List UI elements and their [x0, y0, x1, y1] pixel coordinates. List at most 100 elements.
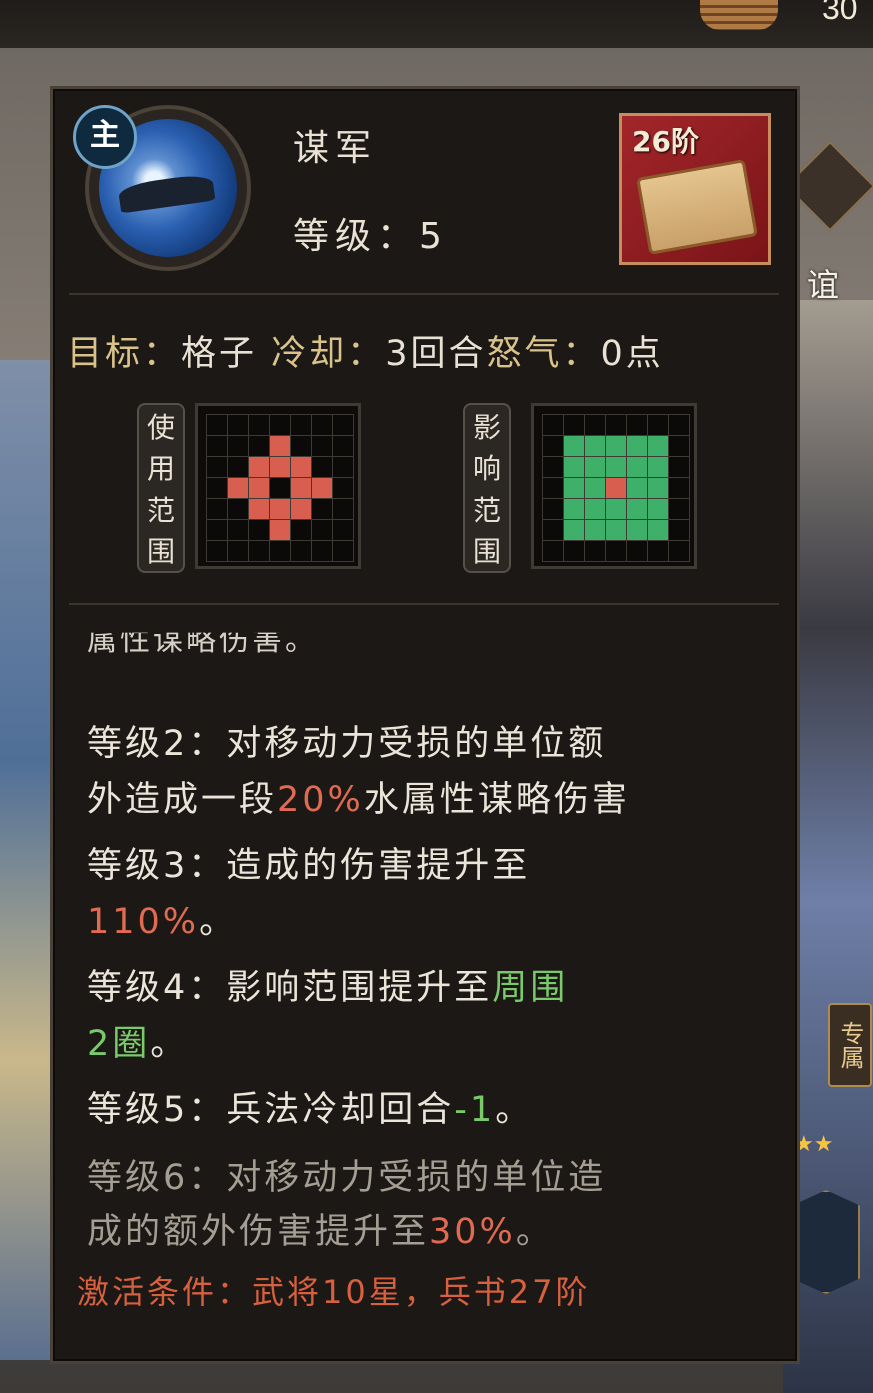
grid-cell — [648, 478, 668, 498]
tier-label: 26阶 — [632, 125, 699, 158]
grid-cell — [669, 499, 689, 519]
grid-cell — [543, 541, 563, 561]
grid-cell — [564, 499, 584, 519]
grid-cell — [207, 457, 227, 477]
skill-detail-panel: 主 谋军 等级：5 26阶 目标：格子 冷却：3回合怒气：0点 使 用 范 围 … — [50, 86, 800, 1364]
grid-cell — [228, 436, 248, 456]
desc-level4-line2: 2圈。 — [87, 1024, 189, 1064]
grid-cell — [333, 457, 353, 477]
highlight-value: 2圈 — [87, 1024, 151, 1064]
highlight-value: 周围 — [492, 968, 569, 1008]
grid-cell — [606, 436, 626, 456]
grid-cell — [543, 457, 563, 477]
grid-cell — [207, 541, 227, 561]
desc-level2-line1: 等级2：对移动力受损的单位额 — [87, 724, 607, 764]
grid-cell — [585, 541, 605, 561]
grid-cell — [648, 436, 668, 456]
grid-cell — [627, 457, 647, 477]
grid-cell — [564, 541, 584, 561]
grid-cell — [270, 415, 290, 435]
grid-cell — [543, 436, 563, 456]
grid-cell — [270, 541, 290, 561]
grid-cell — [585, 436, 605, 456]
grid-cell — [333, 541, 353, 561]
highlight-value: 110% — [87, 902, 200, 942]
grid-cell — [270, 478, 290, 498]
desc-level3-line2: 110%。 — [87, 902, 238, 942]
desc-level3-line1: 等级3：造成的伤害提升至 — [87, 846, 531, 886]
grid-cell — [207, 520, 227, 540]
grid-cell — [669, 415, 689, 435]
grid-cell — [543, 478, 563, 498]
grid-cell — [564, 478, 584, 498]
grid-cell — [270, 499, 290, 519]
grid-cell — [564, 457, 584, 477]
highlight-value: 20% — [277, 780, 364, 820]
grid-cell — [228, 457, 248, 477]
grid-cell — [627, 499, 647, 519]
rage-label: 怒气： — [486, 334, 601, 374]
grid-cell — [249, 436, 269, 456]
grid-cell — [312, 541, 332, 561]
grid-cell — [606, 457, 626, 477]
desc-level2-line2: 外造成一段20%水属性谋略伤害 — [87, 780, 630, 820]
grid-cell — [585, 520, 605, 540]
grid-cell — [312, 415, 332, 435]
grid-cell — [648, 457, 668, 477]
grid-cell — [669, 436, 689, 456]
grid-cell — [333, 436, 353, 456]
grid-cell — [606, 415, 626, 435]
skill-level: 等级：5 — [293, 216, 448, 257]
skill-name: 谋军 — [293, 128, 378, 169]
grid-cell — [669, 541, 689, 561]
constellation-button[interactable] — [792, 1190, 860, 1294]
grid-cell — [228, 415, 248, 435]
divider — [69, 603, 779, 605]
grid-cell — [249, 478, 269, 498]
grid-cell — [627, 478, 647, 498]
grid-cell — [669, 478, 689, 498]
exclusive-badge[interactable]: 专属 — [828, 1003, 872, 1087]
grid-cell — [270, 436, 290, 456]
grid-cell — [669, 457, 689, 477]
grid-cell — [585, 478, 605, 498]
grid-cell — [333, 478, 353, 498]
grid-cell — [228, 520, 248, 540]
grid-cell — [627, 436, 647, 456]
effect-range-grid — [531, 403, 697, 569]
grid-cell — [312, 499, 332, 519]
grid-cell — [333, 520, 353, 540]
rage-value: 0点 — [600, 334, 664, 374]
activation-condition: 激活条件：武将10星，兵书27阶 — [77, 1273, 591, 1311]
coin-stack-icon — [700, 0, 778, 30]
effect-range-label: 影 响 范 围 — [463, 403, 511, 573]
side-tab-label: 谊 — [806, 266, 839, 304]
grid-cell — [648, 499, 668, 519]
grid-cell — [270, 457, 290, 477]
grid-cell — [291, 457, 311, 477]
grid-cell — [207, 478, 227, 498]
grid-cell — [312, 457, 332, 477]
target-value: 格子 — [181, 334, 258, 374]
main-skill-badge: 主 — [73, 105, 137, 169]
side-tab-friendship[interactable]: 谊 — [784, 140, 873, 304]
grid-cell — [585, 415, 605, 435]
cooldown-value: 3回合 — [385, 334, 487, 374]
grid-cell — [249, 457, 269, 477]
desc-level4-line1: 等级4：影响范围提升至周围 — [87, 968, 569, 1008]
grid-cell — [291, 541, 311, 561]
grid-cell — [291, 478, 311, 498]
desc-level6-line2: 成的额外伤害提升至30%。 — [87, 1212, 554, 1252]
grid-cell — [270, 520, 290, 540]
scroll-icon — [636, 159, 758, 255]
divider — [69, 293, 779, 295]
grid-cell — [249, 520, 269, 540]
grid-cell — [228, 478, 248, 498]
grid-cell — [249, 541, 269, 561]
description-cut-line: 属性谋略伤害。 — [87, 623, 318, 658]
grid-cell — [669, 520, 689, 540]
effect-range-cells — [542, 414, 690, 562]
grid-cell — [249, 415, 269, 435]
skill-info-line: 目标：格子 冷却：3回合怒气：0点 — [67, 325, 664, 376]
skill-book-tier-card[interactable]: 26阶 — [619, 113, 771, 265]
